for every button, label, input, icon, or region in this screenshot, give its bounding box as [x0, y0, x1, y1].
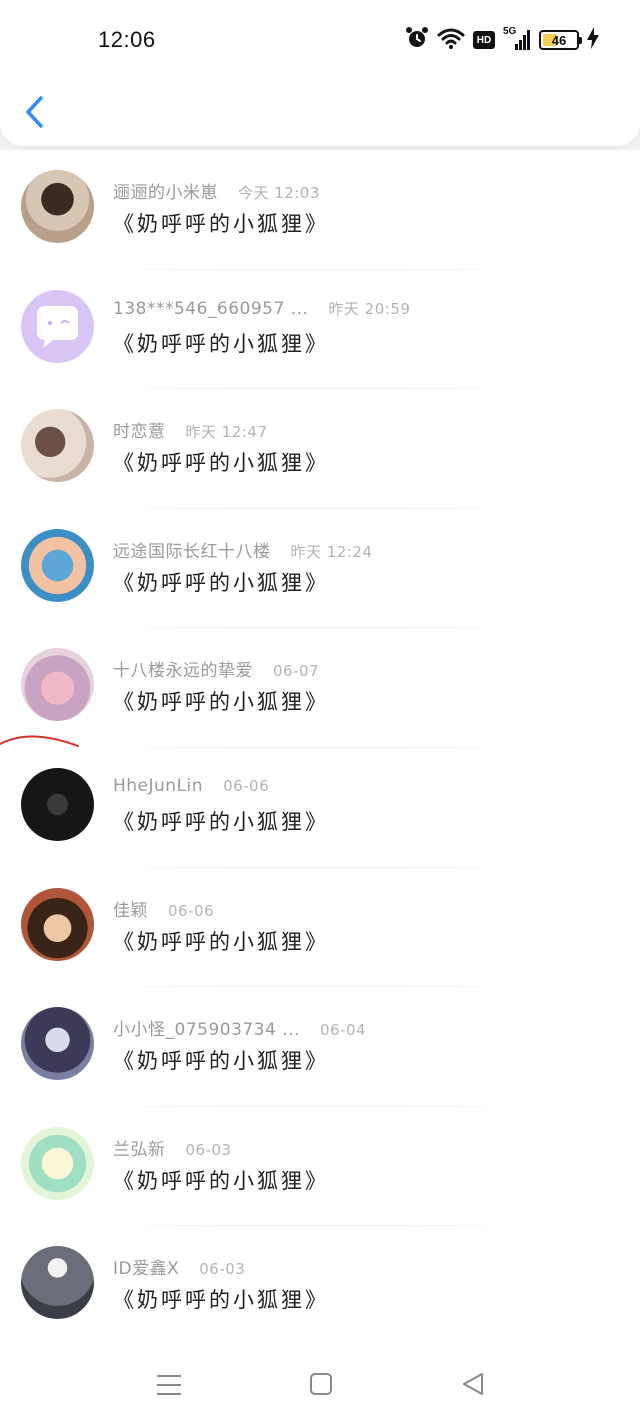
avatar[interactable]: [21, 1246, 94, 1320]
sender-name: ID爱鑫X 06-03: [113, 1254, 245, 1279]
back-nav-button[interactable]: [458, 1370, 488, 1400]
message-text: 《奶呼呼的小狐狸》: [113, 809, 329, 834]
message-text: 《奶呼呼的小狐狸》: [113, 1168, 329, 1193]
sender-name: 138***546_660957 ... 昨天 20:59: [113, 298, 410, 319]
avatar[interactable]: [21, 409, 94, 483]
message-row[interactable]: 逦逦的小米崽 今天 12:03 《奶呼呼的小狐狸》: [0, 150, 640, 270]
message-row[interactable]: 远途国际长红十八楼 昨天 12:24 《奶呼呼的小狐狸》: [0, 509, 640, 629]
sender-name: 兰弘新 06-03: [113, 1135, 232, 1160]
avatar[interactable]: [21, 1007, 94, 1081]
sender-name-text: 十八楼永远的挚爱: [113, 661, 253, 682]
message-row[interactable]: 时恋薏 昨天 12:47 《奶呼呼的小狐狸》: [0, 389, 640, 509]
message-text: 《奶呼呼的小狐狸》: [113, 929, 329, 954]
sender-name: HheJunLin 06-06: [113, 776, 269, 796]
sender-name-text: 138***546_660957 ...: [113, 298, 309, 319]
menu-icon: [157, 1375, 181, 1395]
menu-button[interactable]: [154, 1370, 184, 1400]
message-date: 昨天 20:59: [328, 299, 411, 318]
avatar[interactable]: [21, 170, 94, 243]
message-list: 逦逦的小米崽 今天 12:03 《奶呼呼的小狐狸》 138***546_660957 …: [0, 150, 640, 1346]
message-text: 《奶呼呼的小狐狸》: [113, 1049, 329, 1074]
header: 12:06 HD 5G 46: [0, 0, 640, 146]
signal-icon: 5G: [503, 26, 531, 52]
sender-name-text: 小小怪_075903734 ...: [113, 1020, 300, 1041]
avatar[interactable]: [21, 289, 94, 363]
sender-name-text: ID爱鑫X: [113, 1259, 180, 1280]
home-button[interactable]: [306, 1370, 336, 1400]
message-row[interactable]: 兰弘新 06-03 《奶呼呼的小狐狸》: [0, 1107, 640, 1227]
avatar[interactable]: [21, 767, 94, 841]
chevron-left-icon: [26, 96, 43, 128]
message-date: 06-03: [199, 1260, 246, 1279]
sender-name: 时恋薏 昨天 12:47: [113, 417, 268, 442]
navigation-bar: [0, 1342, 640, 1422]
sender-name: 小小怪_075903734 ... 06-04: [113, 1015, 366, 1040]
battery-percent: 46: [551, 32, 567, 48]
sender-name: 逦逦的小米崽 今天 12:03: [113, 178, 320, 203]
red-pen-mark: [0, 735, 79, 747]
message-date: 06-07: [273, 662, 320, 681]
message-date: 昨天 12:24: [290, 542, 373, 561]
message-row[interactable]: HheJunLin 06-06 《奶呼呼的小狐狸》: [0, 748, 640, 868]
avatar[interactable]: [21, 1126, 94, 1200]
message-date: 06-03: [185, 1140, 232, 1159]
message-row[interactable]: 十八楼永远的挚爱 06-07 《奶呼呼的小狐狸》: [0, 628, 640, 748]
sender-name: 远途国际长红十八楼 昨天 12:24: [113, 537, 373, 562]
message-row[interactable]: 小小怪_075903734 ... 06-04 《奶呼呼的小狐狸》: [0, 987, 640, 1107]
message-row[interactable]: ID爱鑫X 06-03 《奶呼呼的小狐狸》: [0, 1226, 640, 1346]
home-icon: [310, 1373, 332, 1395]
status-time: 12:06: [98, 27, 156, 52]
sender-name-text: 远途国际长红十八楼: [113, 541, 271, 562]
message-date: 昨天 12:47: [185, 423, 268, 442]
message-date: 06-06: [168, 901, 215, 920]
message-date: 06-06: [223, 776, 270, 795]
message-date: 今天 12:03: [238, 184, 320, 202]
sender-name: 佳颖 06-06: [113, 896, 214, 921]
sender-name-text: HheJunLin: [113, 775, 204, 796]
message-row[interactable]: 138***546_660957 ... 昨天 20:59 《奶呼呼的小狐狸》: [0, 270, 640, 390]
back-triangle-icon: [463, 1373, 483, 1395]
sender-name-text: 佳颖: [113, 900, 148, 921]
back-button[interactable]: [20, 92, 50, 132]
alarm-icon: [405, 26, 429, 54]
message-text: 《奶呼呼的小狐狸》: [113, 331, 329, 356]
wifi-icon: [437, 26, 465, 54]
battery-icon: 46: [539, 30, 582, 50]
message-text: 《奶呼呼的小狐狸》: [113, 570, 329, 595]
message-row[interactable]: 佳颖 06-06 《奶呼呼的小狐狸》: [0, 868, 640, 988]
status-icons: HD 5G 46: [405, 26, 599, 54]
hd-icon: HD: [473, 31, 495, 49]
status-bar: 12:06 HD 5G 46: [0, 0, 640, 80]
message-text: 《奶呼呼的小狐狸》: [113, 1288, 329, 1313]
avatar[interactable]: [21, 648, 94, 722]
message-date: 06-04: [319, 1021, 367, 1040]
sender-name: 十八楼永远的挚爱 06-07: [113, 656, 319, 681]
charging-icon: [587, 27, 599, 53]
chat-bubble-icon: [37, 305, 78, 348]
sender-name-text: 逦逦的小米崽: [113, 183, 218, 203]
message-text: 《奶呼呼的小狐狸》: [113, 690, 329, 715]
message-text: 《奶呼呼的小狐狸》: [113, 212, 329, 236]
sender-name-text: 时恋薏: [113, 422, 166, 443]
avatar[interactable]: [21, 887, 94, 961]
avatar[interactable]: [21, 528, 94, 602]
sender-name-text: 兰弘新: [113, 1139, 166, 1160]
message-text: 《奶呼呼的小狐狸》: [113, 451, 329, 476]
